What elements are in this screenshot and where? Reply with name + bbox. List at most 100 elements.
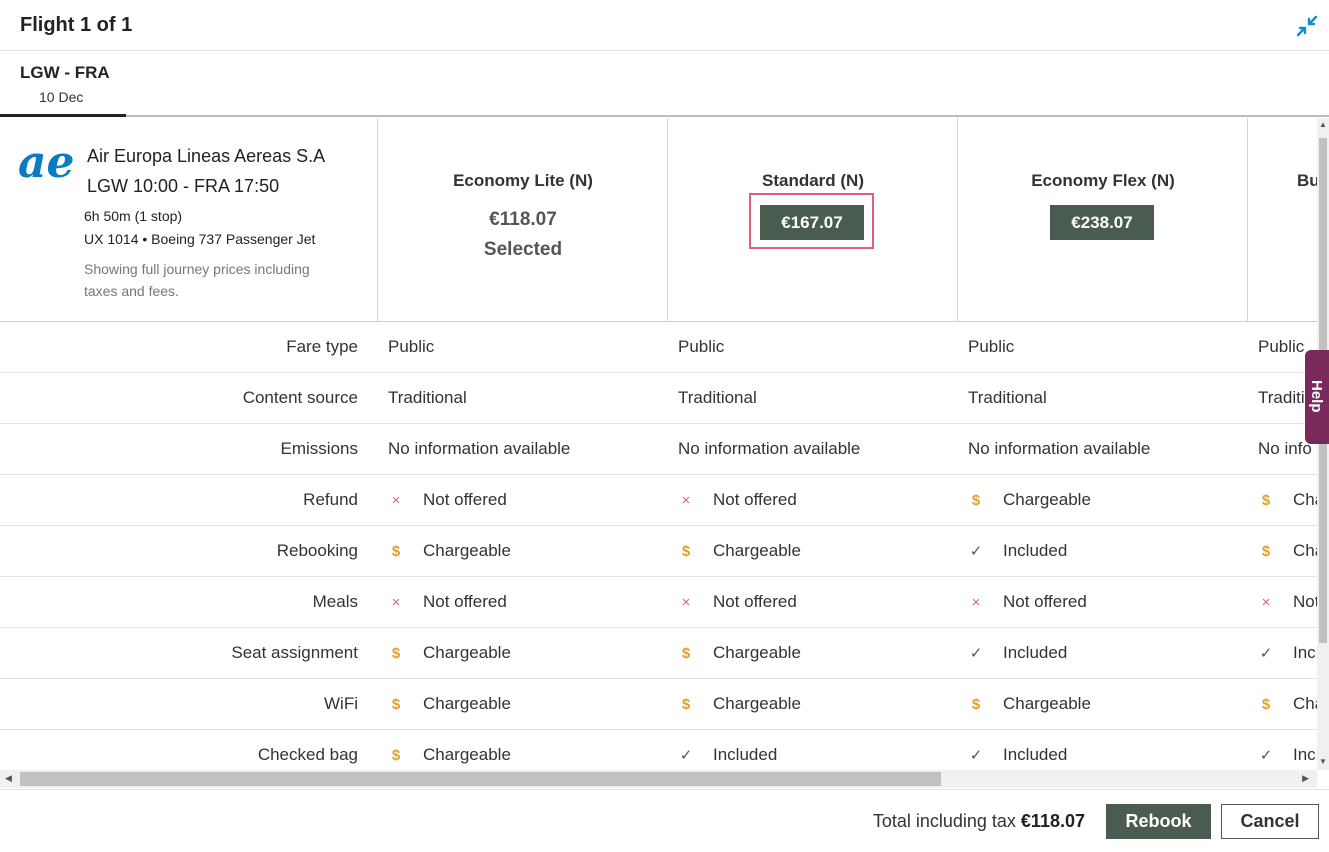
check-icon: ✓ — [969, 543, 983, 560]
table-cell: $ Chargeable — [388, 745, 511, 765]
fare-name: Standard (N) — [762, 171, 864, 190]
table-cell: $ Cha — [1258, 541, 1317, 561]
fare-name: Bu — [1297, 171, 1317, 190]
cell-text: No information available — [678, 439, 861, 458]
scroll-right-icon[interactable]: ▶ — [1302, 773, 1309, 784]
cell-text: Cha — [1293, 490, 1317, 509]
table-cell: ✓ Inc — [1258, 745, 1316, 765]
dollar-icon: $ — [1261, 696, 1271, 713]
flight-duration: 6h 50m (1 stop) — [84, 208, 183, 224]
row-label: Rebooking — [276, 541, 358, 560]
row-label: Content source — [242, 388, 358, 407]
fare-price: €118.07 — [489, 209, 557, 230]
cross-icon: × — [681, 594, 691, 611]
fare-comparison-table[interactable]: ae Air Europa Lineas Aereas S.A LGW 10:0… — [0, 118, 1317, 770]
vertical-scrollbar[interactable]: ▲ ▼ — [1317, 118, 1329, 770]
table-cell: ✓ Included — [968, 643, 1068, 663]
cell-text: Not — [1293, 592, 1317, 611]
row-label: Refund — [303, 490, 358, 509]
table-cell: $ Chargeable — [388, 694, 511, 714]
flight-tabs: LGW - FRA 10 Dec — [0, 51, 1329, 117]
flight-equipment: UX 1014 • Boeing 737 Passenger Jet — [84, 231, 316, 247]
cell-text: Public — [1258, 337, 1305, 356]
total-price: Total including tax €118.07 — [873, 811, 1085, 832]
total-label: Total including tax — [872, 811, 1016, 831]
table-cell: × Not offered — [388, 592, 507, 612]
dollar-icon: $ — [681, 645, 691, 662]
cell-text: Chargeable — [423, 694, 511, 713]
cross-icon: × — [971, 594, 981, 611]
table-row: Fare type Public Public Public Public — [0, 322, 1317, 373]
dollar-icon: $ — [391, 696, 401, 713]
tab-route: LGW - FRA — [20, 63, 110, 82]
cancel-button[interactable]: Cancel — [1221, 804, 1319, 839]
table-cell: ✓ Included — [968, 541, 1068, 561]
row-label: Fare type — [286, 337, 358, 356]
cell-text: Chargeable — [1003, 490, 1091, 509]
fare-selected-label: Selected — [483, 239, 563, 260]
cell-text: Included — [1003, 643, 1068, 662]
scroll-down-icon[interactable]: ▼ — [1319, 757, 1327, 766]
table-cell: $ Cha — [1258, 490, 1317, 510]
horizontal-scroll-thumb[interactable] — [20, 772, 941, 786]
rebook-button[interactable]: Rebook — [1106, 804, 1211, 839]
collapse-icon[interactable] — [1295, 14, 1319, 38]
cell-text: Included — [713, 745, 778, 764]
table-cell: × Not offered — [968, 592, 1087, 612]
cell-text: Not offered — [1003, 592, 1087, 611]
fare-name: Economy Lite (N) — [453, 171, 593, 190]
help-tab[interactable]: Help — [1305, 350, 1329, 444]
table-cell: Public — [388, 337, 434, 357]
price-note: Showing full journey prices including ta… — [84, 261, 310, 299]
dollar-icon: $ — [391, 645, 401, 662]
scroll-left-icon[interactable]: ◀ — [5, 773, 12, 784]
cell-text: Public — [678, 337, 725, 356]
horizontal-scrollbar[interactable]: ◀ ▶ — [0, 770, 1317, 788]
fare-column-economy-flex: Economy Flex (N) €238.07 — [958, 118, 1248, 322]
airline-logo-icon: ae — [18, 144, 74, 184]
cell-text: Traditional — [678, 388, 757, 407]
cell-text: Chargeable — [713, 694, 801, 713]
cell-text: No information available — [388, 439, 571, 458]
table-cell: $ Chargeable — [968, 694, 1091, 714]
dollar-icon: $ — [681, 696, 691, 713]
cell-text: Included — [1003, 541, 1068, 560]
table-row: Content source Traditional Traditional Trad… — [0, 373, 1317, 424]
table-row: Rebooking $ Chargeable $ Chargeable ✓ Included… — [0, 526, 1317, 577]
check-icon: ✓ — [679, 747, 693, 764]
table-cell: × Not offered — [388, 490, 507, 510]
table-cell: Public — [1258, 337, 1304, 357]
cell-text: No info — [1258, 439, 1312, 458]
scroll-up-icon[interactable]: ▲ — [1319, 120, 1327, 129]
cell-text: Not offered — [423, 490, 507, 509]
table-cell: $ Chargeable — [678, 694, 801, 714]
help-label: Help — [1308, 380, 1325, 413]
cross-icon: × — [681, 492, 691, 509]
table-cell: $ Chargeable — [968, 490, 1091, 510]
row-label: Emissions — [280, 439, 358, 458]
table-row: Seat assignment $ Chargeable $ Chargeable ✓ In… — [0, 628, 1317, 679]
flight-info: ae Air Europa Lineas Aereas S.A LGW 10:0… — [0, 118, 378, 322]
table-row: Meals × Not offered × Not offered × Not offere… — [0, 577, 1317, 628]
cell-text: Chargeable — [713, 643, 801, 662]
tab-lgw-fra[interactable]: LGW - FRA 10 Dec — [0, 51, 126, 117]
table-row: Emissions No information available No info… — [0, 424, 1317, 475]
table-cell: $ Chargeable — [678, 643, 801, 663]
table-cell: ✓ Included — [678, 745, 778, 765]
table-cell: $ Chargeable — [678, 541, 801, 561]
select-fare-economy-flex-button[interactable]: €238.07 — [1050, 205, 1154, 240]
cell-text: No information available — [968, 439, 1151, 458]
row-label: Seat assignment — [231, 643, 358, 662]
table-row: WiFi $ Chargeable $ Chargeable $ Chargeable $ Ch… — [0, 679, 1317, 730]
table-cell: × Not offered — [678, 490, 797, 510]
dollar-icon: $ — [1261, 543, 1271, 560]
table-cell: × Not offered — [678, 592, 797, 612]
cell-text: Traditional — [388, 388, 467, 407]
table-cell: Traditional — [968, 388, 1047, 408]
airline-name: Air Europa Lineas Aereas S.A — [87, 146, 326, 166]
select-fare-standard-button[interactable]: €167.07 — [760, 205, 864, 240]
cell-text: Inc — [1293, 745, 1316, 764]
table-row: Refund × Not offered × Not offered $ Chargeabl… — [0, 475, 1317, 526]
flight-times: LGW 10:00 - FRA 17:50 — [87, 176, 280, 196]
cell-text: Cha — [1293, 541, 1317, 560]
